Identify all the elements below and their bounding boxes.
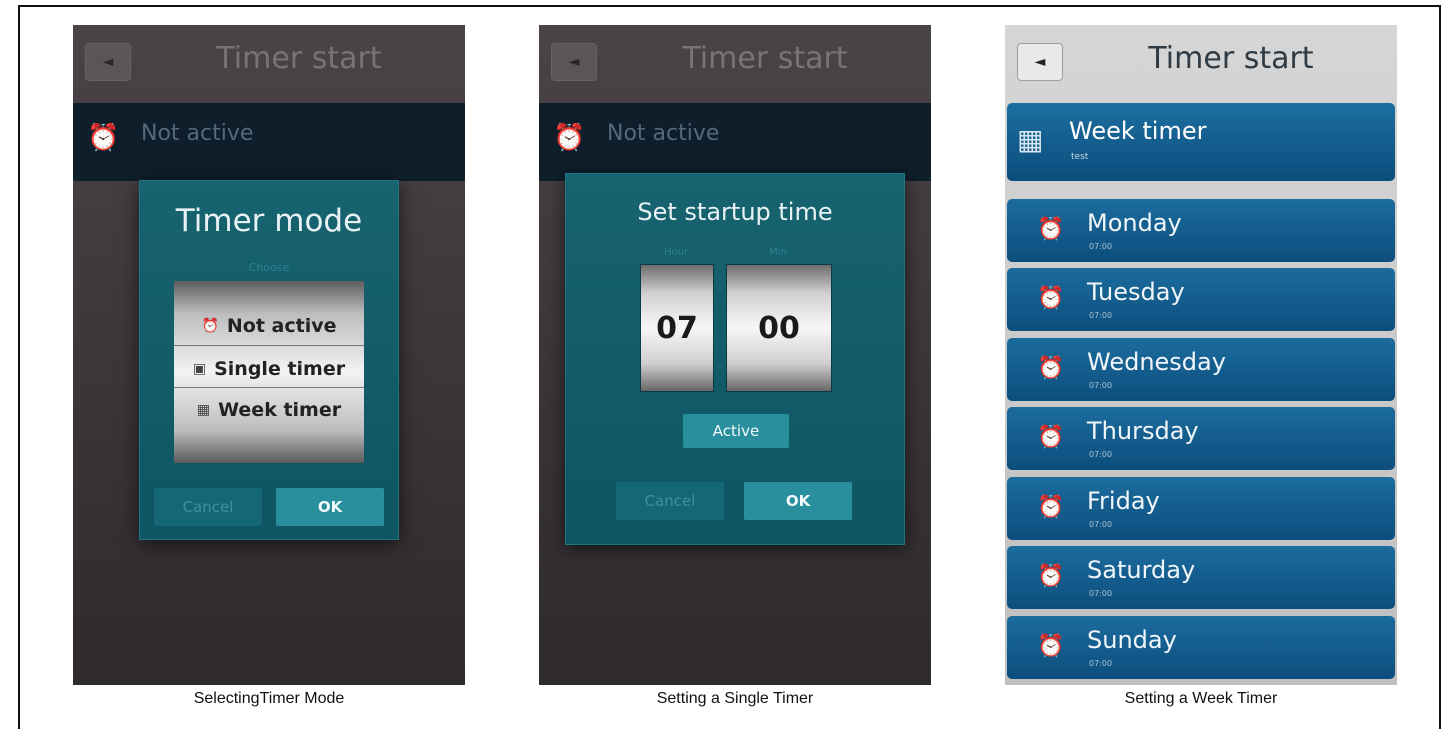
back-button[interactable]: ◄ [1017,43,1063,81]
day-name: Tuesday [1087,278,1185,306]
alarm-clock-icon: ⏰ [1037,634,1065,659]
header-title: Timer start [216,41,382,76]
minute-picker[interactable]: 00 [726,264,832,392]
alarm-clock-icon: ⏰ [1037,564,1065,589]
back-arrow-icon: ◄ [568,54,580,70]
header-title: Timer start [682,41,848,76]
alarm-off-icon: ⏰ [553,123,586,153]
day-saturday[interactable]: ⏰ Saturday 07:00 [1007,546,1395,609]
selection-line-top [174,345,364,346]
back-button[interactable]: ◄ [85,43,131,81]
back-button[interactable]: ◄ [551,43,597,81]
mode-title: Week timer [1069,117,1207,145]
day-sunday[interactable]: ⏰ Sunday 07:00 [1007,616,1395,679]
active-button[interactable]: Active [683,414,789,448]
timer-mode-picker[interactable]: ⏰ Not active ▣ Single timer ▦ Week timer [174,281,364,463]
day-time: 07:00 [1089,659,1113,668]
hour-picker[interactable]: 07 [640,264,714,392]
hour-label: Hour [663,247,689,258]
option-single-timer[interactable]: ▣ Single timer [174,358,364,380]
dialog-title: Timer mode [175,203,363,239]
startup-time-dialog: Set startup time Hour Min 07 00 Active C… [565,173,905,545]
caption-panel-1: SelectingTimer Mode [193,690,345,707]
day-time: 07:00 [1089,242,1113,251]
timer-mode-dialog: Timer mode Choose ⏰ Not active ▣ Single … [139,180,399,540]
day-monday[interactable]: ⏰ Monday 07:00 [1007,199,1395,262]
alarm-off-icon: ⏰ [87,123,120,153]
timer-mode-screen: ◄ Timer start ⏰ Not active Timer mode Ch… [73,25,465,685]
day-name: Wednesday [1087,348,1226,376]
cancel-button[interactable]: Cancel [154,488,262,526]
ok-button[interactable]: OK [276,488,384,526]
day-time: 07:00 [1089,589,1113,598]
selection-line-bottom [174,387,364,388]
caption-panel-3: Setting a Week Timer [1124,690,1278,707]
back-arrow-icon: ◄ [102,54,114,70]
mode-subtitle: test [1071,152,1089,162]
alarm-clock-icon: ⏰ [1037,495,1065,520]
dialog-title: Set startup time [637,198,833,226]
back-arrow-icon: ◄ [1034,54,1046,70]
single-timer-icon: ▣ [192,361,207,377]
alarm-clock-icon: ⏰ [1037,217,1065,242]
alarm-clock-icon: ⏰ [1037,425,1065,450]
week-timer-mode-button[interactable]: ▦ Week timer test [1007,103,1395,181]
minute-label: Min [769,247,787,258]
timer-status-bar[interactable]: ⏰ Not active [73,103,465,181]
week-timer-icon: ▦ [1017,123,1044,156]
timer-status-bar[interactable]: ⏰ Not active [539,103,931,181]
alarm-clock-icon: ⏰ [1037,286,1065,311]
dialog-subtitle: Choose [248,261,290,274]
day-thursday[interactable]: ⏰ Thursday 07:00 [1007,407,1395,470]
cancel-button[interactable]: Cancel [616,482,724,520]
status-text: Not active [141,121,254,146]
caption-panel-2: Setting a Single Timer [656,690,814,707]
day-name: Monday [1087,209,1182,237]
option-not-active[interactable]: ⏰ Not active [174,315,364,337]
option-week-timer[interactable]: ▦ Week timer [174,399,364,421]
day-wednesday[interactable]: ⏰ Wednesday 07:00 [1007,338,1395,401]
day-tuesday[interactable]: ⏰ Tuesday 07:00 [1007,268,1395,331]
ok-button[interactable]: OK [744,482,852,520]
header-title: Timer start [1148,41,1314,76]
header: ◄ Timer start [1005,25,1397,99]
day-time: 07:00 [1089,381,1113,390]
alarm-clock-icon: ⏰ [1037,356,1065,381]
single-timer-screen: ◄ Timer start ⏰ Not active Set startup t… [539,25,931,685]
day-time: 07:00 [1089,450,1113,459]
day-time: 07:00 [1089,520,1113,529]
week-timer-screen: ◄ Timer start ▦ Week timer test ⏰ Monday… [1005,25,1397,685]
status-text: Not active [607,121,720,146]
day-name: Saturday [1087,556,1196,584]
header: ◄ Timer start [539,25,931,99]
day-name: Thursday [1087,417,1199,445]
day-friday[interactable]: ⏰ Friday 07:00 [1007,477,1395,540]
day-name: Friday [1087,487,1160,515]
week-timer-icon: ▦ [196,402,211,418]
day-time: 07:00 [1089,311,1113,320]
day-name: Sunday [1087,626,1177,654]
alarm-off-icon: ⏰ [201,318,219,334]
header: ◄ Timer start [73,25,465,99]
